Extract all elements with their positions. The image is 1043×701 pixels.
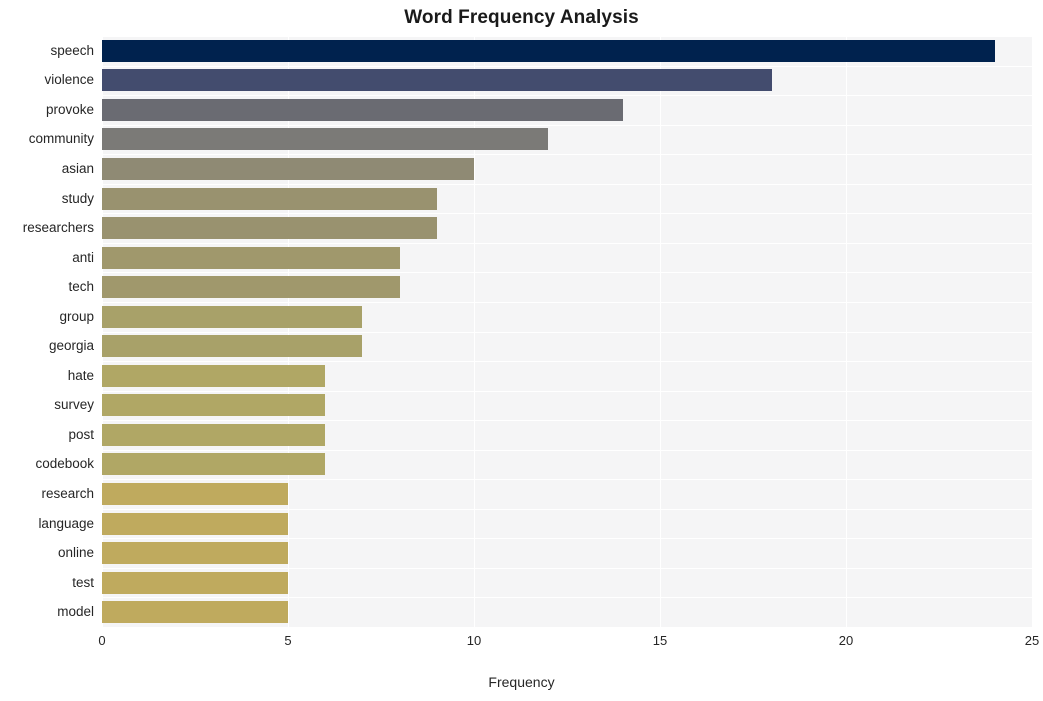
bar <box>102 453 326 476</box>
bar <box>102 187 437 210</box>
bar <box>102 542 288 565</box>
x-axis-tick-labels: 0 5 10 15 20 25 <box>0 627 1043 657</box>
gridline-vertical <box>1032 36 1033 627</box>
gridline-horizontal <box>102 361 1032 362</box>
gridline-horizontal <box>102 36 1032 37</box>
y-axis-tick-label: community <box>28 131 94 147</box>
gridline-horizontal <box>102 95 1032 96</box>
gridline-horizontal <box>102 391 1032 392</box>
bar <box>102 305 363 328</box>
bar <box>102 394 326 417</box>
bar <box>102 423 326 446</box>
bar <box>102 483 288 506</box>
y-axis-tick-label: model <box>57 604 94 620</box>
bar <box>102 512 288 535</box>
gridline-horizontal <box>102 332 1032 333</box>
gridline-horizontal <box>102 125 1032 126</box>
x-axis-tick-label: 25 <box>1024 633 1040 648</box>
y-axis-tick-label: speech <box>50 42 94 58</box>
y-axis-tick-label: test <box>72 574 94 590</box>
bar <box>102 39 995 62</box>
bar <box>102 571 288 594</box>
x-axis-tick-label: 0 <box>98 633 106 648</box>
gridline-horizontal <box>102 538 1032 539</box>
gridline-horizontal <box>102 302 1032 303</box>
gridline-horizontal <box>102 184 1032 185</box>
gridline-horizontal <box>102 597 1032 598</box>
y-axis-tick-label: survey <box>54 397 94 413</box>
bar <box>102 601 288 624</box>
y-axis-tick-label: study <box>61 190 94 206</box>
bar <box>102 98 623 121</box>
x-axis-tick-label: 15 <box>652 633 668 648</box>
y-axis-tick-label: language <box>38 515 94 531</box>
bar <box>102 335 363 358</box>
gridline-horizontal <box>102 66 1032 67</box>
y-axis-tick-label: provoke <box>45 101 94 117</box>
plot-area <box>102 36 1033 628</box>
bar <box>102 69 772 92</box>
x-axis-tick-label: 5 <box>284 633 292 648</box>
bar <box>102 276 400 299</box>
gridline-horizontal <box>102 272 1032 273</box>
y-axis-tick-label: tech <box>68 279 94 295</box>
bar <box>102 157 474 180</box>
gridline-horizontal <box>102 154 1032 155</box>
y-axis-tick-label: anti <box>72 249 94 265</box>
x-axis-tick-label: 10 <box>466 633 482 648</box>
gridline-horizontal <box>102 568 1032 569</box>
y-axis-tick-label: georgia <box>48 338 94 354</box>
bar <box>102 128 549 151</box>
y-axis-tick-label: research <box>41 486 94 502</box>
gridline-horizontal <box>102 213 1032 214</box>
page-title: Word Frequency Analysis <box>404 7 639 28</box>
bar <box>102 217 437 240</box>
gridline-horizontal <box>102 479 1032 480</box>
figure-canvas: Word Frequency Analysis speech violence pr… <box>0 0 1043 701</box>
bar <box>102 246 400 269</box>
y-axis-tick-label: codebook <box>35 456 94 472</box>
y-axis-tick-label: violence <box>44 72 94 88</box>
y-axis-tick-label: online <box>57 545 94 561</box>
y-axis-tick-label: asian <box>61 160 94 176</box>
gridline-horizontal <box>102 243 1032 244</box>
y-axis-tick-label: post <box>68 426 94 442</box>
y-axis-tick-label: researchers <box>22 220 94 236</box>
y-axis-tick-label: group <box>59 308 94 324</box>
gridline-horizontal <box>102 509 1032 510</box>
x-axis-label: Frequency <box>488 674 555 690</box>
gridline-horizontal <box>102 450 1032 451</box>
x-axis-tick-label: 20 <box>838 633 854 648</box>
y-axis-tick-label: hate <box>67 367 94 383</box>
bar <box>102 364 326 387</box>
gridline-horizontal <box>102 420 1032 421</box>
